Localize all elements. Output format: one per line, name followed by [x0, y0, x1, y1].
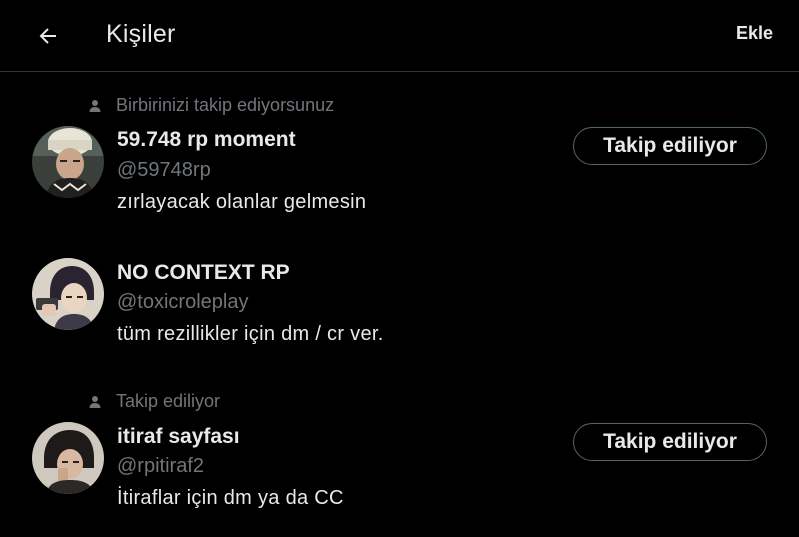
user-cell[interactable]: Birbirinizi takip ediyorsunuz 59.748 rp … [0, 73, 799, 243]
page-header: Kişiler Ekle [0, 0, 799, 72]
person-icon [88, 395, 102, 409]
person-icon [88, 99, 102, 113]
following-button[interactable]: Takip ediliyor [573, 127, 767, 165]
follow-context-label: Takip ediliyor [116, 391, 221, 411]
user-name[interactable]: NO CONTEXT RP [117, 261, 290, 285]
user-handle[interactable]: @59748rp [117, 159, 211, 182]
add-button[interactable]: Ekle [736, 23, 773, 44]
user-cell[interactable]: NO CONTEXT RP @toxicroleplay tüm rezilli… [0, 243, 799, 375]
user-handle[interactable]: @toxicroleplay [117, 291, 248, 314]
avatar[interactable] [32, 126, 104, 198]
page-title: Kişiler [106, 20, 176, 48]
following-button[interactable]: Takip ediliyor [573, 423, 767, 461]
arrow-left-icon [39, 28, 56, 44]
avatar[interactable] [32, 422, 104, 494]
user-cell[interactable]: Takip ediliyor itiraf sayfası @rpitiraf2… [0, 375, 799, 537]
follow-context-label: Birbirinizi takip ediyorsunuz [116, 95, 335, 115]
user-name[interactable]: 59.748 rp moment [117, 128, 296, 152]
user-bio: İtiraflar için dm ya da CC [117, 487, 344, 509]
follow-context: Birbirinizi takip ediyorsunuz [88, 95, 334, 116]
user-bio: tüm rezillikler için dm / cr ver. [117, 323, 384, 345]
contacts-page: Kişiler Ekle Birbirinizi takip ediyorsun… [0, 0, 799, 537]
user-handle[interactable]: @rpitiraf2 [117, 455, 204, 478]
avatar[interactable] [32, 258, 104, 330]
user-bio: zırlayacak olanlar gelmesin [117, 191, 367, 213]
back-button[interactable] [28, 16, 68, 56]
follow-context: Takip ediliyor [88, 391, 220, 412]
user-name[interactable]: itiraf sayfası [117, 425, 240, 449]
